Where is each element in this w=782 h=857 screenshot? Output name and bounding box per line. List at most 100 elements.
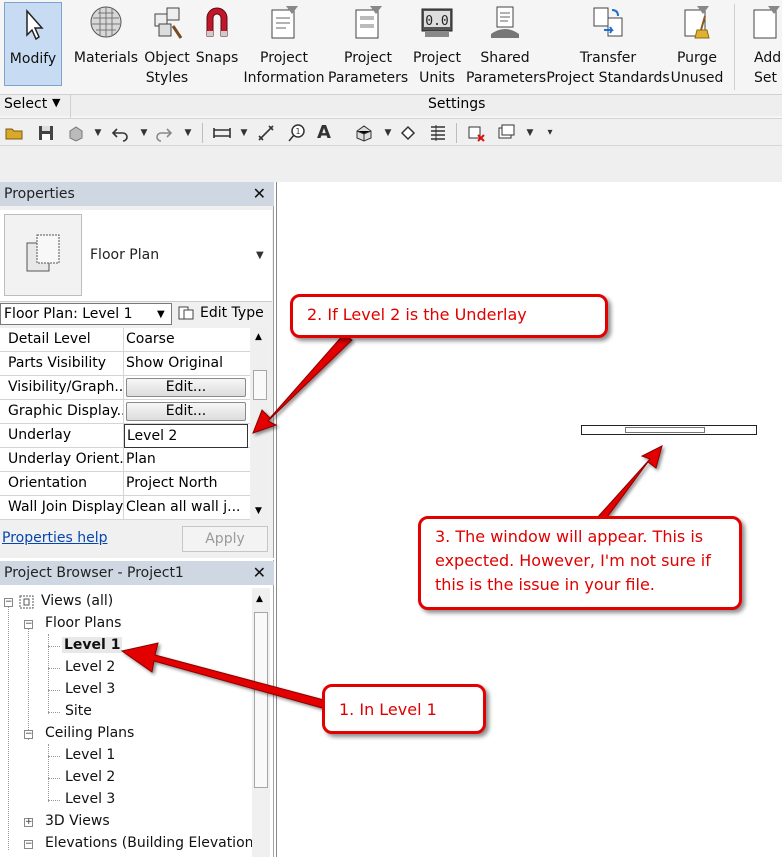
svg-text:1: 1: [295, 127, 300, 136]
scroll-down-icon[interactable]: ▼: [255, 506, 262, 516]
object-styles-button[interactable]: Object Styles: [142, 0, 192, 92]
property-row[interactable]: Parts Visibility Show Original: [0, 352, 250, 376]
snaps-label: Snaps: [195, 50, 239, 66]
project-information-button[interactable]: Project Information: [242, 0, 326, 92]
tree-line: [48, 712, 60, 713]
properties-title-bar: Properties ✕: [0, 182, 274, 206]
property-value[interactable]: Clean all wall j...: [124, 496, 248, 520]
project-units-button[interactable]: 0.0 Project Units: [410, 0, 464, 92]
tree-ceiling-level-2[interactable]: Level 2: [65, 769, 115, 785]
graphic-display-edit-button[interactable]: Edit...: [126, 402, 246, 421]
undo-icon[interactable]: [110, 123, 130, 143]
collapse-toggle-icon[interactable]: −: [4, 598, 13, 607]
3d-view-icon[interactable]: [354, 123, 374, 143]
property-row[interactable]: Orientation Project North: [0, 472, 250, 496]
save-icon[interactable]: [36, 123, 56, 143]
select-caret-icon[interactable]: ▼: [52, 96, 60, 109]
materials-button[interactable]: Materials: [72, 0, 140, 92]
edit-type-button[interactable]: Edit Type: [178, 303, 268, 325]
scroll-up-icon[interactable]: ▲: [256, 594, 263, 604]
property-value[interactable]: Plan: [124, 448, 248, 472]
select-panel-dropdown[interactable]: Select: [4, 96, 47, 112]
purge-unused-button[interactable]: Purge Unused: [670, 0, 724, 92]
materials-label: Materials: [73, 50, 139, 66]
aligned-dimension-icon[interactable]: [256, 123, 276, 143]
switch-windows-icon[interactable]: [496, 123, 516, 143]
3d-dropdown-icon[interactable]: ▼: [378, 123, 398, 143]
tree-line: [48, 800, 60, 801]
redo-icon[interactable]: [154, 123, 174, 143]
tree-ceiling-plans[interactable]: Ceiling Plans: [45, 725, 134, 741]
shared-parameters-button[interactable]: Shared Parameters: [466, 0, 547, 92]
transfer-standards-button[interactable]: Transfer Project Standards: [546, 0, 670, 92]
property-row[interactable]: Graphic Display... Edit...: [0, 400, 250, 424]
section-icon[interactable]: [398, 123, 418, 143]
underlay-value-field[interactable]: Level 2: [124, 424, 248, 448]
transfer-standards-icon: [593, 7, 623, 37]
window-element[interactable]: [625, 427, 705, 433]
tree-line: [48, 668, 60, 669]
property-row[interactable]: Detail Level Coarse: [0, 328, 250, 352]
measure-dropdown-icon[interactable]: ▼: [234, 123, 254, 143]
collapse-toggle-icon[interactable]: −: [24, 840, 33, 849]
tree-floor-plans[interactable]: Floor Plans: [45, 615, 121, 631]
properties-help-link[interactable]: Properties help: [2, 530, 107, 546]
property-row[interactable]: Visibility/Graph... Edit...: [0, 376, 250, 400]
collapse-toggle-icon[interactable]: −: [24, 620, 33, 629]
snaps-button[interactable]: Snaps: [194, 0, 240, 92]
property-value[interactable]: Show Original: [124, 352, 248, 376]
instance-filter-select[interactable]: Floor Plan: Level 1: [0, 303, 172, 325]
close-icon[interactable]: ✕: [253, 561, 266, 585]
materials-sphere-icon: [90, 6, 122, 38]
tag-icon[interactable]: 1: [286, 123, 306, 143]
sync-dropdown-icon[interactable]: ▼: [88, 123, 108, 143]
measure-icon[interactable]: [212, 123, 232, 143]
text-icon[interactable]: A: [314, 123, 334, 143]
additional-settings-button[interactable]: Addi Set: [748, 0, 782, 92]
tree-line: [48, 690, 60, 691]
chevron-down-icon[interactable]: ▼: [157, 309, 165, 320]
tree-floor-site[interactable]: Site: [65, 703, 92, 719]
customize-toolbar-icon[interactable]: ▾: [540, 123, 560, 143]
switch-windows-dropdown-icon[interactable]: ▼: [520, 123, 540, 143]
close-hidden-windows-icon[interactable]: [466, 123, 486, 143]
visibility-edit-button[interactable]: Edit...: [126, 378, 246, 397]
apply-button[interactable]: Apply: [182, 526, 268, 552]
ribbon-separator: [734, 4, 735, 90]
type-dropdown-icon[interactable]: ▼: [256, 250, 264, 261]
tree-floor-level-1[interactable]: Level 1: [62, 637, 123, 653]
modify-button[interactable]: Modify: [4, 2, 62, 86]
shared-parameters-label: Shared Parameters: [466, 50, 547, 86]
redo-dropdown-icon[interactable]: ▼: [178, 123, 198, 143]
undo-dropdown-icon[interactable]: ▼: [134, 123, 154, 143]
scroll-thumb[interactable]: [253, 370, 267, 400]
tree-floor-level-2[interactable]: Level 2: [65, 659, 115, 675]
tree-ceiling-level-3[interactable]: Level 3: [65, 791, 115, 807]
tree-ceiling-level-1[interactable]: Level 1: [65, 747, 115, 763]
collapse-toggle-icon[interactable]: −: [24, 730, 33, 739]
additional-settings-label: Addi Set: [754, 50, 782, 86]
synchronize-icon[interactable]: [66, 123, 86, 143]
properties-scrollbar[interactable]: ▲ ▼: [251, 328, 269, 520]
property-value[interactable]: Coarse: [124, 328, 248, 352]
tree-elevations[interactable]: Elevations (Building Elevation: [45, 835, 254, 851]
property-value[interactable]: Project North: [124, 472, 248, 496]
toolbar-separator: [456, 123, 457, 143]
tree-floor-level-3[interactable]: Level 3: [65, 681, 115, 697]
close-icon[interactable]: ✕: [253, 182, 266, 206]
scroll-up-icon[interactable]: ▲: [255, 332, 262, 342]
property-name: Graphic Display...: [0, 400, 124, 424]
scroll-thumb[interactable]: [254, 612, 268, 788]
property-row[interactable]: Underlay Orient... Plan: [0, 448, 250, 472]
thin-lines-icon[interactable]: [428, 123, 448, 143]
project-units-icon: 0.0: [421, 8, 453, 37]
project-units-label: Project Units: [413, 50, 461, 86]
tree-3d-views[interactable]: 3D Views: [45, 813, 110, 829]
property-row[interactable]: Wall Join Display Clean all wall j...: [0, 496, 250, 520]
project-parameters-button[interactable]: Project Parameters: [328, 0, 408, 92]
open-folder-icon[interactable]: [4, 123, 24, 143]
tree-views-all[interactable]: Views (all): [41, 593, 113, 609]
property-row[interactable]: Underlay Level 2: [0, 424, 250, 448]
callout-window: 3. The window will appear. This is expec…: [418, 516, 742, 610]
expand-toggle-icon[interactable]: +: [24, 818, 33, 827]
